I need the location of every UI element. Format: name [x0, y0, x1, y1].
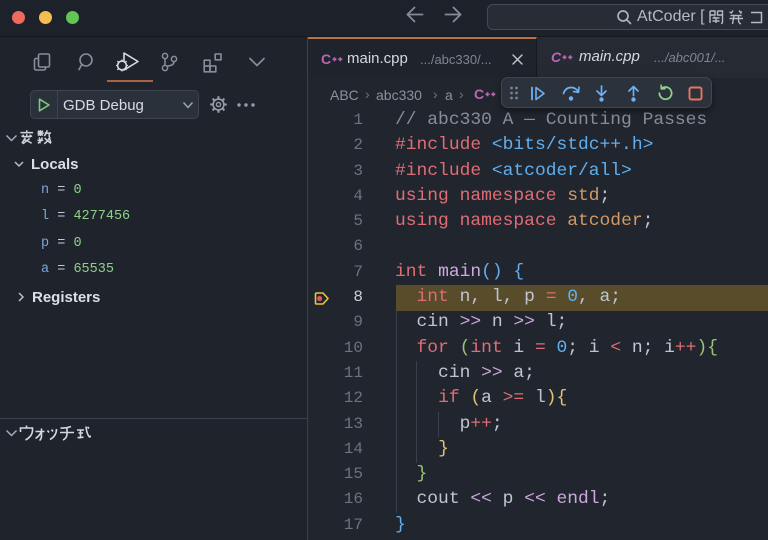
- svg-text:C: C: [551, 50, 562, 65]
- svg-text:C: C: [321, 52, 331, 67]
- svg-text:C: C: [474, 87, 484, 102]
